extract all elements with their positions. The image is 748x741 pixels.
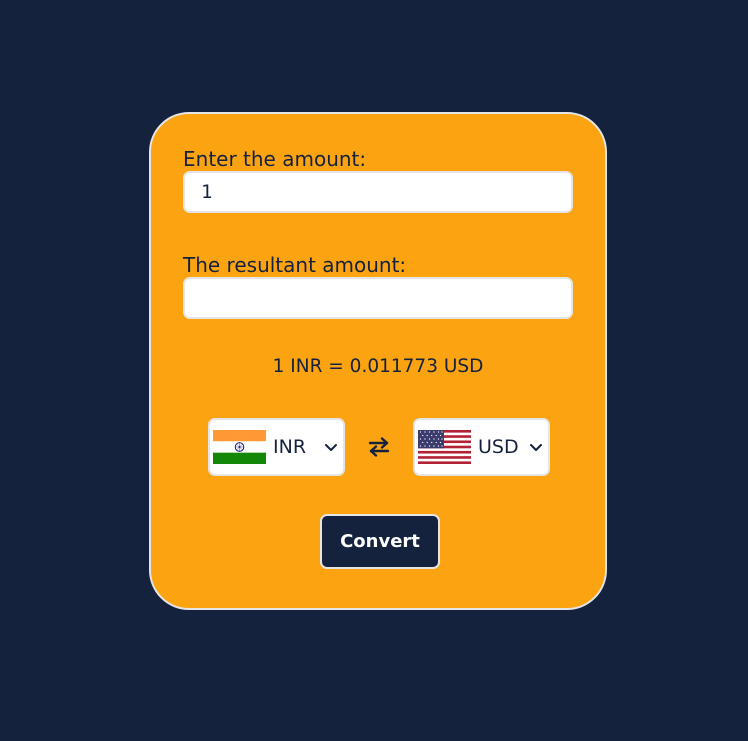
exchange-rate-text: 1 INR = 0.011773 USD (272, 356, 484, 377)
amount-label: Enter the amount: (183, 147, 367, 171)
swap-arrows-icon[interactable] (367, 435, 391, 459)
to-currency-select[interactable]: USD (413, 418, 550, 476)
chevron-down-icon (530, 444, 542, 451)
result-field[interactable] (183, 277, 573, 319)
from-currency-code: INR (273, 436, 307, 458)
result-label: The resultant amount: (183, 253, 407, 277)
converter-card: Enter the amount: The resultant amount: … (149, 112, 607, 610)
from-currency-select[interactable]: INR (208, 418, 345, 476)
usa-flag-icon (418, 430, 471, 464)
convert-button[interactable]: Convert (320, 514, 440, 569)
india-flag-icon (213, 430, 266, 464)
to-currency-code: USD (478, 436, 519, 458)
amount-input[interactable] (183, 171, 573, 213)
chevron-down-icon (325, 444, 337, 451)
